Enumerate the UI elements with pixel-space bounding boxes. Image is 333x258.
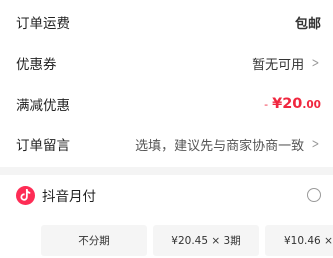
shipping-fee-value: 包邮 bbox=[294, 16, 321, 32]
shipping-fee-label: 订单运费 bbox=[16, 16, 70, 32]
discount-minus: - bbox=[264, 98, 269, 111]
payment-method-info: 抖音月付 bbox=[16, 185, 96, 205]
order-remark-value-wrap: 选填，建议先与商家协商一致 > bbox=[135, 135, 321, 154]
installment-option-6[interactable]: ¥10.46 × bbox=[265, 225, 333, 256]
section-divider bbox=[0, 167, 333, 175]
discount-decimals: .00 bbox=[302, 99, 321, 111]
discount-amount: ¥20 bbox=[272, 96, 303, 112]
order-remark-placeholder: 选填，建议先与商家协商一致 bbox=[135, 138, 305, 154]
payment-method-row[interactable]: 抖音月付 bbox=[0, 175, 333, 215]
shipping-fee-row: 订单运费 包邮 bbox=[0, 2, 333, 42]
coupon-value: 暂无可用 bbox=[252, 57, 305, 73]
installment-option-3[interactable]: ¥20.45 × 3期 bbox=[153, 225, 259, 256]
chevron-right-icon: > bbox=[311, 55, 320, 71]
coupon-row[interactable]: 优惠券 暂无可用 > bbox=[0, 43, 333, 83]
order-remark-label: 订单留言 bbox=[16, 138, 70, 154]
discount-value: - ¥20 .00 bbox=[264, 96, 321, 112]
discount-row: 满减优惠 - ¥20 .00 bbox=[0, 84, 333, 124]
order-summary-page: 订单运费 包邮 优惠券 暂无可用 > 满减优惠 - ¥20 .00 订单留言 选… bbox=[0, 0, 333, 258]
radio-unchecked-icon[interactable] bbox=[307, 188, 321, 202]
discount-label: 满减优惠 bbox=[16, 98, 70, 114]
coupon-label: 优惠券 bbox=[16, 57, 57, 73]
chevron-right-icon: > bbox=[311, 136, 320, 152]
coupon-value-wrap: 暂无可用 > bbox=[252, 54, 321, 73]
order-remark-row[interactable]: 订单留言 选填，建议先与商家协商一致 > bbox=[0, 124, 333, 164]
installment-option-none[interactable]: 不分期 bbox=[41, 225, 147, 256]
douyin-logo-icon bbox=[16, 185, 35, 205]
installment-options: 不分期 ¥20.45 × 3期 ¥10.46 × bbox=[0, 222, 333, 258]
payment-method-label: 抖音月付 bbox=[42, 189, 96, 205]
